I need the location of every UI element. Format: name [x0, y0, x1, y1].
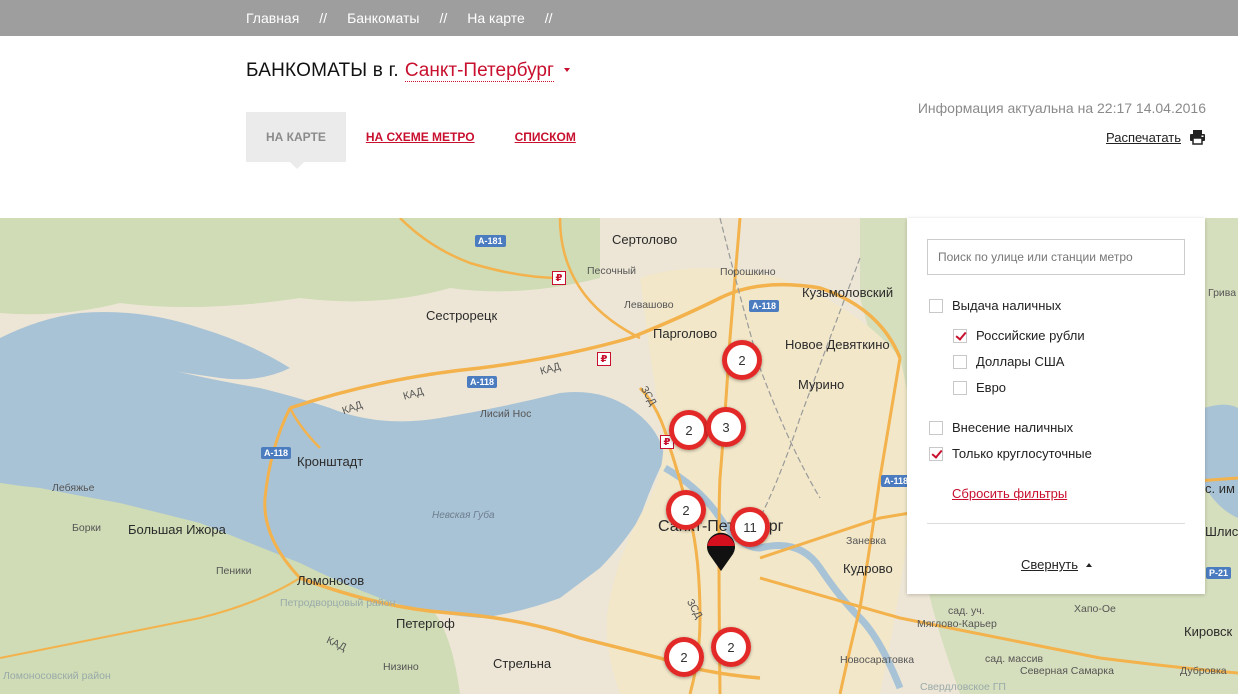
updated-timestamp: Информация актуальна на 22:17 14.04.2016 [917, 100, 1206, 116]
collapse-label[interactable]: Свернуть [1021, 557, 1078, 572]
checkbox[interactable] [929, 420, 943, 435]
filter-eur[interactable]: Евро [953, 380, 1006, 395]
place-label: Стрельна [493, 656, 552, 671]
place-label: Кудрово [843, 561, 893, 576]
filter-round-clock[interactable]: Только круглосуточные [929, 446, 1092, 461]
ruble-marker-icon[interactable]: ₽ [597, 352, 611, 366]
place-label: Кузьмоловский [802, 285, 894, 300]
reset-filters-link[interactable]: Сбросить фильтры [952, 486, 1067, 501]
collapse-button[interactable]: Свернуть [1021, 557, 1093, 572]
atm-cluster[interactable]: 2 [666, 490, 706, 530]
checkbox[interactable] [953, 328, 967, 343]
checkbox[interactable] [953, 354, 967, 369]
place-label: Мурино [798, 377, 845, 392]
place-label: Заневка [846, 535, 887, 547]
place-label: Невская Губа [432, 510, 495, 521]
place-label: Сестрорецк [426, 308, 498, 323]
place-label: Ломоносовский район [3, 670, 111, 682]
place-label: Дубровка [1180, 665, 1227, 677]
print-label[interactable]: Распечатать [1106, 130, 1181, 145]
place-label: Борки [72, 522, 102, 534]
filter-cash-withdrawal[interactable]: Выдача наличных [929, 298, 1061, 313]
atm-cluster[interactable]: 11 [730, 507, 770, 547]
print-button[interactable]: Распечатать [1106, 129, 1206, 145]
place-label: Парголово [653, 326, 718, 341]
chevron-down-icon[interactable] [563, 68, 570, 72]
place-label: Петродворцовый район [280, 597, 396, 609]
place-label: Шлис [1205, 524, 1238, 539]
atm-cluster[interactable]: 2 [669, 410, 709, 450]
checkbox[interactable] [929, 298, 943, 313]
checkbox[interactable] [929, 446, 943, 461]
tab-map[interactable]: На карте [246, 112, 346, 169]
filter-label: Российские рубли [976, 328, 1085, 343]
printer-icon[interactable] [1189, 129, 1206, 145]
place-label: сад. массив [985, 653, 1044, 665]
place-label: Сертолово [612, 232, 678, 247]
place-label: Мяглово-Карьер [917, 618, 997, 630]
road-shield: А-118 [261, 447, 292, 459]
city-selector[interactable]: Санкт-Петербург [404, 60, 554, 82]
place-label: Лисий Нос [480, 408, 532, 420]
place-label: Северная Самарка [1020, 665, 1114, 677]
place-label: Ломоносов [297, 573, 365, 588]
atm-cluster[interactable]: 3 [706, 407, 746, 447]
checkbox[interactable] [953, 380, 967, 395]
search-input[interactable] [927, 239, 1185, 275]
place-label: Низино [383, 661, 419, 673]
filter-label: Доллары США [976, 354, 1065, 369]
chevron-up-icon[interactable] [1086, 562, 1093, 567]
place-label: Петергоф [396, 616, 455, 631]
page-title-text: БАНКОМАТЫ в г. [246, 60, 399, 81]
place-label: Свердловское ГП [920, 681, 1006, 693]
page-title: БАНКОМАТЫ в г. Санкт-Петербург [246, 60, 570, 82]
filter-label: Внесение наличных [952, 420, 1074, 435]
place-label: Порошкино [720, 266, 776, 278]
atm-cluster[interactable]: 2 [711, 627, 751, 667]
road-shield: Р-21 [1206, 567, 1232, 579]
filter-rub[interactable]: Российские рубли [953, 328, 1085, 343]
filter-cash-deposit[interactable]: Внесение наличных [929, 420, 1073, 435]
place-label: сад. уч. [948, 605, 985, 617]
breadcrumb-bar: Главная // Банкоматы // На карте // [0, 0, 1238, 36]
place-label: Левашово [624, 299, 674, 311]
breadcrumb-separator: // [544, 10, 553, 26]
place-label: Большая Ижора [128, 522, 226, 537]
breadcrumb-separator: // [439, 10, 448, 26]
filter-panel: Выдача наличных Российские рубли Доллары… [907, 218, 1205, 594]
filter-label: Выдача наличных [952, 298, 1062, 313]
road-shield: А-118 [467, 376, 498, 388]
breadcrumb-current: На карте [467, 10, 525, 26]
view-tabs: На карте На схеме метро Списком [246, 112, 596, 169]
filter-label: Только круглосуточные [952, 446, 1092, 461]
place-label: с. им [1205, 481, 1235, 496]
place-label: Новосаратовка [840, 654, 915, 666]
place-label: Пеники [216, 565, 252, 577]
atm-cluster[interactable]: 2 [722, 340, 762, 380]
place-label: Кронштадт [297, 454, 364, 469]
tab-metro[interactable]: На схеме метро [346, 112, 495, 162]
ruble-marker-icon[interactable]: ₽ [552, 271, 566, 285]
breadcrumb-atms[interactable]: Банкоматы [347, 10, 419, 26]
place-label: Грива [1208, 287, 1237, 299]
place-label: Новое Девяткино [785, 337, 890, 352]
atm-cluster[interactable]: 2 [664, 637, 704, 677]
location-pin-icon[interactable] [706, 532, 736, 572]
place-label: Лебяжье [52, 482, 95, 494]
road-shield: А-118 [749, 300, 780, 312]
road-shield: А-181 [475, 235, 506, 247]
place-label: Песочный [587, 265, 637, 277]
breadcrumb-separator: // [319, 10, 328, 26]
filter-usd[interactable]: Доллары США [953, 354, 1064, 369]
breadcrumb-home[interactable]: Главная [246, 10, 299, 26]
filter-label: Евро [976, 380, 1007, 395]
place-label: Хапо-Ое [1074, 603, 1116, 615]
breadcrumb: Главная // Банкоматы // На карте // [246, 0, 553, 36]
tab-list[interactable]: Списком [495, 112, 596, 162]
place-label: Кировск [1184, 624, 1233, 639]
divider [927, 523, 1185, 524]
